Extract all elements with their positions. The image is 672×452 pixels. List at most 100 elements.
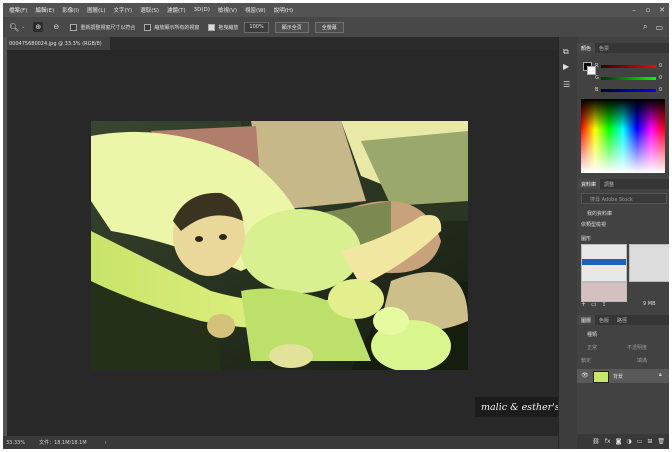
status-doc-size: 文件：18.1M/18.1M bbox=[39, 440, 87, 446]
add-icon[interactable]: + bbox=[581, 301, 586, 308]
maximize-icon[interactable]: ▫ bbox=[641, 3, 655, 17]
tab-adjustments[interactable]: 調整 bbox=[600, 179, 618, 189]
photoshop-window: 檔案(F) 編輯(E) 影像(I) 圖層(L) 文字(Y) 選取(S) 濾鏡(T… bbox=[3, 3, 669, 449]
layers-panel-tabs: 圖層 色版 路徑 bbox=[577, 315, 669, 325]
workspace-icon[interactable]: ▭ bbox=[655, 23, 663, 32]
resize-windows-label: 重新調整視窗尺寸以符合 bbox=[80, 24, 136, 31]
resize-windows-checkbox[interactable]: 重新調整視窗尺寸以符合 bbox=[70, 23, 136, 31]
layer-kind-filter[interactable]: 種類 bbox=[587, 331, 597, 338]
library-panel-tabs: 資料庫 調整 bbox=[577, 179, 669, 189]
menu-view[interactable]: 檢視(V) bbox=[214, 6, 241, 14]
menu-filter[interactable]: 濾鏡(T) bbox=[163, 6, 190, 14]
layer-row-background[interactable]: 👁︎ 背景 🔒︎ bbox=[577, 369, 669, 383]
zoom-percent-field[interactable]: 100% bbox=[244, 21, 269, 33]
tab-layers[interactable]: 圖層 bbox=[577, 315, 596, 325]
close-icon[interactable]: ✕ bbox=[655, 3, 669, 17]
fill-label[interactable]: 填滿 bbox=[637, 357, 647, 364]
b-slider[interactable] bbox=[601, 89, 656, 92]
link-icon[interactable]: ⛓ bbox=[592, 438, 600, 445]
document-tab-title: 000475680024.jpg @ 33.3% (RGB/8) bbox=[9, 40, 102, 47]
zoom-tool-icon[interactable]: 🔍︎ bbox=[9, 23, 19, 32]
panel-icon-strip: ⧉ ▶ ☰ bbox=[558, 37, 578, 449]
search-icon[interactable]: ⌕ bbox=[643, 22, 647, 32]
zoom-in-icon[interactable]: ⊕ bbox=[33, 22, 44, 32]
history-icon[interactable]: ⧉ bbox=[563, 47, 569, 57]
menu-layer[interactable]: 圖層(L) bbox=[83, 6, 109, 14]
r-label: R bbox=[595, 63, 599, 69]
blend-mode-dropdown[interactable]: 正常 bbox=[587, 344, 597, 351]
tab-channels[interactable]: 色版 bbox=[595, 315, 613, 325]
library-search[interactable]: 搜尋 Adobe Stock bbox=[581, 193, 667, 204]
options-right: ⌕ ▭ bbox=[643, 17, 663, 37]
menu-3d[interactable]: 3D(D) bbox=[190, 7, 214, 13]
layers-actions: ⛓ fx ◙ ◑ ▭ ⊞ 🗑︎ bbox=[577, 434, 669, 449]
adjustment-icon[interactable]: ◑ bbox=[626, 438, 631, 445]
opacity-label[interactable]: 不透明度 bbox=[627, 344, 647, 351]
r-value[interactable]: 0 bbox=[659, 63, 662, 69]
menu-type[interactable]: 文字(Y) bbox=[110, 6, 137, 14]
fill-screen-button[interactable]: 全螢幕 bbox=[314, 21, 344, 33]
tab-paths[interactable]: 路徑 bbox=[613, 315, 631, 325]
trash-icon[interactable]: 🗑︎ bbox=[657, 438, 665, 445]
tab-color[interactable]: 顏色 bbox=[577, 43, 596, 53]
fit-screen-button[interactable]: 顯示全頁 bbox=[274, 21, 309, 33]
properties-icon[interactable]: ☰ bbox=[563, 80, 570, 89]
zoom-all-windows-checkbox[interactable]: 縮放顯示所有的視窗 bbox=[144, 23, 200, 31]
status-expand-icon[interactable]: › bbox=[105, 440, 107, 446]
checkbox-box bbox=[70, 23, 78, 31]
status-zoom[interactable]: 33.33% bbox=[6, 440, 25, 446]
menu-help[interactable]: 說明(H) bbox=[270, 6, 297, 14]
library-actions: + ▭ ⇪ 9 MB bbox=[577, 299, 669, 310]
group-folder-icon[interactable]: ▭ bbox=[637, 438, 643, 445]
lock-label: 鎖定 bbox=[581, 358, 592, 364]
upload-icon[interactable]: ⇪ bbox=[602, 301, 607, 308]
document-tab-strip: 000475680024.jpg @ 33.3% (RGB/8) bbox=[7, 37, 558, 50]
checkbox-box bbox=[208, 23, 216, 31]
fx-icon[interactable]: fx bbox=[605, 438, 611, 445]
graphics-group-label: 圖形 bbox=[581, 236, 592, 242]
library-item[interactable] bbox=[581, 244, 627, 282]
menu-select[interactable]: 選取(S) bbox=[136, 6, 163, 14]
window-controls: – ▫ ✕ bbox=[627, 3, 669, 17]
mask-icon[interactable]: ◙ bbox=[616, 438, 622, 445]
color-panel-tabs: 顏色 色票 bbox=[577, 43, 669, 53]
options-bar: 🔍︎ ⌄ ⊕ ⊖ 重新調整視窗尺寸以符合 縮放顯示所有的視窗 拖曳縮放 100%… bbox=[3, 17, 669, 37]
minimize-icon[interactable]: – bbox=[627, 3, 641, 17]
my-library-dropdown[interactable]: 我的資料庫 bbox=[587, 210, 612, 217]
g-slider[interactable] bbox=[601, 77, 656, 80]
menu-window[interactable]: 視窗(W) bbox=[241, 6, 270, 14]
tab-swatches[interactable]: 色票 bbox=[595, 43, 613, 53]
layer-thumbnail bbox=[593, 371, 609, 383]
menu-edit[interactable]: 編輯(E) bbox=[31, 6, 58, 14]
menu-bar: 檔案(F) 編輯(E) 影像(I) 圖層(L) 文字(Y) 選取(S) 濾鏡(T… bbox=[3, 3, 669, 17]
document-tab[interactable]: 000475680024.jpg @ 33.3% (RGB/8) bbox=[7, 37, 110, 50]
chevron-down-icon[interactable]: ⌄ bbox=[21, 24, 25, 30]
zoom-out-icon[interactable]: ⊖ bbox=[51, 22, 61, 32]
checkbox-box bbox=[144, 23, 152, 31]
canvas-area[interactable] bbox=[7, 50, 558, 436]
b-value[interactable]: 0 bbox=[659, 87, 662, 93]
g-label: G bbox=[595, 75, 599, 81]
g-value[interactable]: 0 bbox=[659, 75, 662, 81]
menu-image[interactable]: 影像(I) bbox=[58, 6, 83, 14]
right-panels: 顏色 色票 R 0 G 0 B 0 資料庫 調整 搜尋 Adobe Stock … bbox=[577, 37, 669, 449]
color-spectrum[interactable] bbox=[581, 99, 665, 173]
folder-icon[interactable]: ▭ bbox=[591, 301, 597, 308]
b-label: B bbox=[595, 87, 599, 93]
document-image bbox=[91, 121, 468, 370]
tab-libraries[interactable]: 資料庫 bbox=[577, 179, 601, 189]
layer-name[interactable]: 背景 bbox=[613, 373, 623, 380]
lock-icon: 🔒︎ bbox=[659, 372, 662, 378]
status-bar: 33.33% 文件：18.1M/18.1M › bbox=[3, 436, 558, 449]
r-slider[interactable] bbox=[601, 65, 656, 68]
scrubby-zoom-checkbox[interactable]: 拖曳縮放 bbox=[208, 23, 239, 31]
library-size: 9 MB bbox=[643, 301, 656, 307]
zoom-all-windows-label: 縮放顯示所有的視窗 bbox=[154, 24, 200, 31]
visibility-eye-icon[interactable]: 👁︎ bbox=[581, 372, 589, 379]
view-by-dropdown[interactable]: 依類型檢視 bbox=[581, 221, 606, 228]
menu-file[interactable]: 檔案(F) bbox=[3, 6, 31, 14]
scrubby-zoom-label: 拖曳縮放 bbox=[218, 24, 239, 31]
play-icon[interactable]: ▶ bbox=[563, 62, 569, 71]
library-item[interactable] bbox=[629, 244, 669, 282]
new-layer-icon[interactable]: ⊞ bbox=[647, 438, 652, 445]
